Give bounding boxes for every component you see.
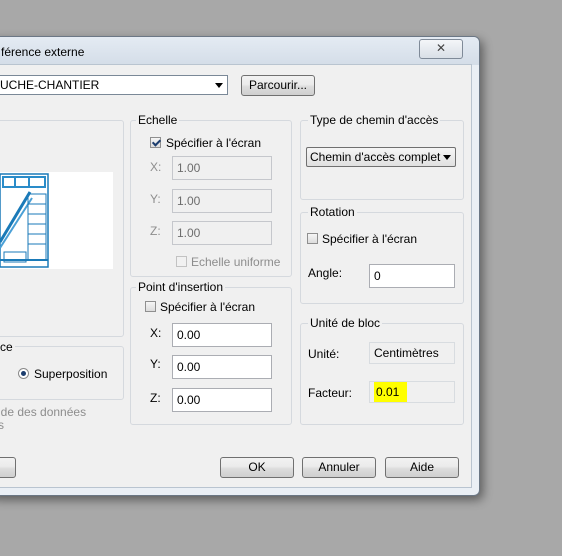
drawing-preview-thumbnail xyxy=(0,173,49,268)
scale-y-field[interactable]: 1.00 xyxy=(172,189,272,213)
insertion-x-label: X: xyxy=(150,326,162,340)
title-bar[interactable]: férence externe ✕ xyxy=(0,37,479,65)
factor-value: 0.01 xyxy=(374,382,408,402)
path-note-line2: s xyxy=(0,418,4,432)
rotation-specify-checkbox[interactable] xyxy=(307,233,318,244)
insertion-x-field[interactable]: 0.00 xyxy=(172,323,272,347)
cancel-button[interactable]: Annuler xyxy=(302,457,376,478)
help-button[interactable]: Aide xyxy=(385,457,459,478)
unit-value: Centimètres xyxy=(369,342,455,364)
name-value: UCHE-CHANTIER xyxy=(0,78,100,92)
overlay-label: Superposition xyxy=(34,367,108,381)
scale-x-field[interactable]: 1.00 xyxy=(172,156,272,180)
scale-specify-checkbox[interactable] xyxy=(150,137,161,148)
angle-label: Angle: xyxy=(308,266,343,280)
chevron-down-icon xyxy=(443,155,451,160)
insertion-specify-label: Spécifier à l'écran xyxy=(160,300,256,314)
dialog-title: férence externe xyxy=(1,45,85,59)
insertion-z-field[interactable]: 0.00 xyxy=(172,388,272,412)
path-type-value: Chemin d'accès complet xyxy=(310,150,441,164)
ok-button[interactable]: OK xyxy=(220,457,294,478)
browse-button[interactable]: Parcourir... xyxy=(241,75,315,96)
rotation-label: Rotation xyxy=(308,205,357,219)
name-dropdown[interactable]: UCHE-CHANTIER xyxy=(0,75,228,95)
scale-x-label: X: xyxy=(150,160,162,174)
factor-field: 0.01 xyxy=(369,381,455,403)
insertion-specify-checkbox[interactable] xyxy=(145,301,156,312)
scale-specify-label: Spécifier à l'écran xyxy=(166,136,262,150)
factor-label: Facteur: xyxy=(308,386,353,400)
rotation-group xyxy=(300,212,464,304)
insertion-y-label: Y: xyxy=(150,357,161,371)
close-button[interactable]: ✕ xyxy=(419,39,463,59)
preview-pane xyxy=(0,172,113,269)
scale-z-field[interactable]: 1.00 xyxy=(172,221,272,245)
unit-label: Unité: xyxy=(308,347,340,361)
chevron-down-icon xyxy=(215,83,223,88)
block-unit-group xyxy=(300,323,464,425)
uniform-scale-checkbox[interactable] xyxy=(176,256,187,267)
angle-field[interactable]: 0 xyxy=(369,264,455,288)
insertion-point-label: Point d'insertion xyxy=(136,280,226,294)
details-button[interactable] xyxy=(0,457,16,478)
scale-z-label: Z: xyxy=(150,224,161,238)
overlay-radio[interactable] xyxy=(18,368,29,379)
rotation-specify-label: Spécifier à l'écran xyxy=(322,232,418,246)
scale-label: Echelle xyxy=(136,113,180,127)
path-type-dropdown[interactable]: Chemin d'accès complet xyxy=(306,147,456,167)
scale-y-label: Y: xyxy=(150,192,161,206)
reference-type-label: ce xyxy=(0,340,15,354)
close-icon: ✕ xyxy=(435,41,447,55)
block-unit-label: Unité de bloc xyxy=(308,316,383,330)
path-type-label: Type de chemin d'accès xyxy=(308,113,441,127)
uniform-scale-label: Echelle uniforme xyxy=(191,255,281,269)
insertion-z-label: Z: xyxy=(150,391,161,405)
insertion-y-field[interactable]: 0.00 xyxy=(172,355,272,379)
path-note-line1: ide des données xyxy=(0,405,87,419)
